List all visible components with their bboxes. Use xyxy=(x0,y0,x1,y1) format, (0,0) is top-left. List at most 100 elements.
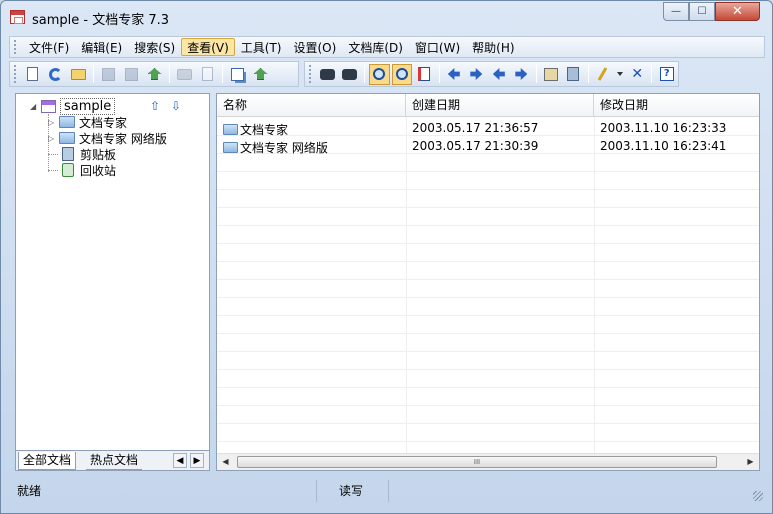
forward-all-button[interactable] xyxy=(511,64,532,85)
tree-item-root[interactable]: ◢ sample xyxy=(30,97,116,115)
tree-item-label: 回收站 xyxy=(80,163,117,178)
tree-item-recycle-bin[interactable]: 回收站 xyxy=(62,162,116,178)
chevron-down-icon xyxy=(617,72,624,76)
grid-line xyxy=(217,351,759,352)
help-button[interactable]: ? xyxy=(656,64,677,85)
app-icon xyxy=(10,10,25,24)
grid-line xyxy=(217,279,759,280)
tree-root-label: sample xyxy=(60,97,116,115)
grid-line xyxy=(217,405,759,406)
pen-icon xyxy=(598,67,608,81)
toolbar-grip[interactable] xyxy=(309,65,312,83)
list-item[interactable]: 文档专家 2003.05.17 21:36:57 2003.11.10 16:2… xyxy=(217,120,759,138)
list-item-name: 文档专家 xyxy=(223,121,288,138)
app-window: sample - 文档专家 7.3 — ☐ ✕ 文件(F) 编辑(E) 搜索(S… xyxy=(0,0,773,514)
upload-button[interactable] xyxy=(144,64,165,85)
back-button[interactable] xyxy=(444,64,465,85)
tree-item-folder[interactable]: ▷ 文档专家 xyxy=(48,114,127,130)
grid-line xyxy=(594,117,595,453)
delete-icon: ✕ xyxy=(631,66,644,82)
library-icon xyxy=(41,99,56,113)
new-document-button[interactable] xyxy=(22,64,43,85)
tab-all-documents[interactable]: 全部文档 xyxy=(18,452,77,470)
status-text: 就绪 xyxy=(9,480,317,502)
refresh-button[interactable] xyxy=(45,64,66,85)
tree-item-label: 剪贴板 xyxy=(80,147,117,162)
close-button[interactable]: ✕ xyxy=(715,2,760,21)
find-button[interactable] xyxy=(317,64,338,85)
grid-line xyxy=(217,171,759,172)
column-name-header[interactable]: 名称 xyxy=(217,94,406,117)
menu-help[interactable]: 帮助(H) xyxy=(466,38,520,56)
collapse-icon[interactable]: ◢ xyxy=(30,102,38,111)
properties-button[interactable] xyxy=(541,64,562,85)
menu-tools[interactable]: 工具(T) xyxy=(235,38,288,56)
toolbar-grip[interactable] xyxy=(14,65,17,83)
save-all-button[interactable] xyxy=(121,64,142,85)
tree-item-folder-network[interactable]: ▷ 文档专家 网络版 xyxy=(48,130,167,146)
menu-grip[interactable] xyxy=(14,40,17,54)
back-icon xyxy=(447,68,460,80)
folder-icon xyxy=(59,132,75,144)
delete-button[interactable]: ✕ xyxy=(627,64,648,85)
tree-tabs: 全部文档 热点文档 ◀ ▶ xyxy=(16,450,209,470)
menu-window[interactable]: 窗口(W) xyxy=(409,38,466,56)
move-down-icon[interactable]: ⇩ xyxy=(171,100,181,112)
paste-button[interactable] xyxy=(250,64,271,85)
open-button[interactable] xyxy=(68,64,89,85)
zoom-button[interactable] xyxy=(369,63,390,85)
tree-item-label: 文档专家 xyxy=(79,115,128,130)
page-view-button[interactable] xyxy=(414,64,435,85)
back-all-button[interactable] xyxy=(489,64,510,85)
copy-button[interactable] xyxy=(227,64,248,85)
grid-line xyxy=(217,441,759,442)
maximize-button[interactable]: ☐ xyxy=(689,2,715,21)
expand-icon[interactable]: ▷ xyxy=(48,118,56,127)
menu-library[interactable]: 文档库(D) xyxy=(342,38,409,56)
tab-scroll-left-icon[interactable]: ◀ xyxy=(173,453,187,468)
scrollbar-thumb[interactable]: III xyxy=(237,456,717,468)
pen-dropdown-button[interactable] xyxy=(615,64,625,85)
clipboard-button[interactable] xyxy=(563,64,584,85)
forward-button[interactable] xyxy=(466,64,487,85)
menu-edit[interactable]: 编辑(E) xyxy=(75,38,128,56)
print-button[interactable] xyxy=(174,64,195,85)
zoom-page-button[interactable] xyxy=(391,63,413,85)
save-button[interactable] xyxy=(98,64,119,85)
pen-button[interactable] xyxy=(593,64,614,85)
folder-icon xyxy=(223,124,238,135)
document-list[interactable]: 名称 创建日期 修改日期 文档专家 2003.05.17 21:36:57 20… xyxy=(216,93,760,471)
toolbar-separator xyxy=(587,65,589,83)
horizontal-scrollbar[interactable]: ◀ III ▶ xyxy=(217,453,759,470)
grid-line xyxy=(406,117,407,453)
tab-scroll-right-icon[interactable]: ▶ xyxy=(190,453,204,468)
move-up-icon[interactable]: ⇧ xyxy=(150,100,160,112)
grid-line xyxy=(217,369,759,370)
menu-search[interactable]: 搜索(S) xyxy=(128,38,181,56)
menu-view[interactable]: 查看(V) xyxy=(181,38,235,56)
refresh-icon xyxy=(49,67,62,81)
find-next-button[interactable] xyxy=(339,64,360,85)
scroll-right-icon[interactable]: ▶ xyxy=(742,454,759,470)
menu-settings[interactable]: 设置(O) xyxy=(288,38,343,56)
list-item-label: 文档专家 xyxy=(240,123,289,137)
zoom-page-icon xyxy=(395,68,408,80)
scroll-left-icon[interactable]: ◀ xyxy=(217,454,234,470)
tab-hot-documents[interactable]: 热点文档 xyxy=(86,452,143,470)
list-item-created: 2003.05.17 21:36:57 xyxy=(412,121,539,135)
list-item[interactable]: 文档专家 网络版 2003.05.17 21:30:39 2003.11.10 … xyxy=(217,138,759,156)
title-bar[interactable]: sample - 文档专家 7.3 — ☐ ✕ xyxy=(1,1,772,32)
zoom-icon xyxy=(373,68,386,80)
column-modified-header[interactable]: 修改日期 xyxy=(594,94,759,117)
grid-line xyxy=(217,243,759,244)
tree-item-clipboard[interactable]: 剪贴板 xyxy=(62,146,116,162)
resize-grip[interactable] xyxy=(753,491,763,501)
expand-icon[interactable]: ▷ xyxy=(48,134,56,143)
minimize-button[interactable]: — xyxy=(663,2,689,21)
print-preview-button[interactable] xyxy=(197,64,218,85)
grid-line xyxy=(217,297,759,298)
document-tree[interactable]: ◢ sample ⇧ ⇩ ▷ 文档专家 ▷ 文档专家 网络版 剪贴板 回收站 xyxy=(15,93,210,471)
properties-icon xyxy=(543,67,558,81)
menu-file[interactable]: 文件(F) xyxy=(23,38,75,56)
column-created-header[interactable]: 创建日期 xyxy=(406,94,594,117)
